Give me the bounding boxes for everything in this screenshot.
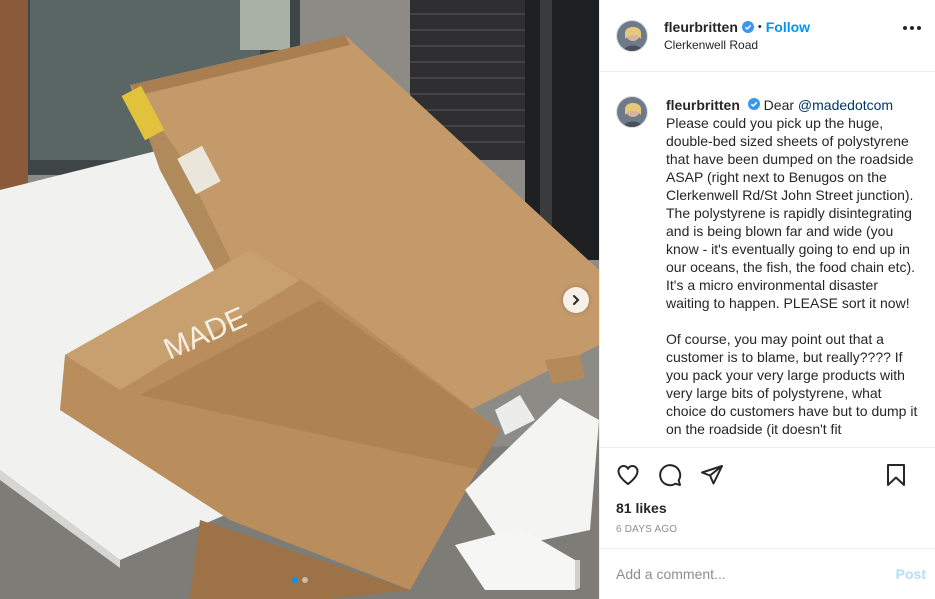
username-link[interactable]: fleurbritten: [664, 19, 738, 35]
carousel-dot: [301, 577, 308, 583]
bookmark-icon[interactable]: [884, 460, 914, 490]
separator-dot: •: [757, 21, 762, 33]
action-icon-row: [616, 460, 920, 490]
post-header: fleurbritten • Follow Clerkenwell Road: [600, 0, 935, 72]
avatar-image: [617, 20, 647, 51]
location-link[interactable]: Clerkenwell Road: [664, 38, 810, 52]
caption-username-link[interactable]: fleurbritten: [666, 97, 740, 113]
comments-section[interactable]: fleurbritten Dear @madedotcom Please cou…: [600, 72, 935, 447]
comment-bubble-icon[interactable]: [658, 460, 688, 490]
post-actions: 81 likes 6 DAYS AGO: [600, 447, 935, 535]
avatar-image: [617, 97, 647, 127]
caption-text: fleurbritten Dear @madedotcom Please cou…: [666, 96, 920, 438]
caption: fleurbritten Dear @madedotcom Please cou…: [616, 96, 920, 438]
likes-count[interactable]: 81 likes: [616, 500, 920, 516]
mention-link[interactable]: @madedotcom: [798, 97, 893, 113]
add-comment-bar: Post: [600, 548, 935, 599]
carousel-next-button[interactable]: [563, 287, 589, 313]
post-side-panel: fleurbritten • Follow Clerkenwell Road f…: [599, 0, 935, 599]
post-photo[interactable]: MADE: [0, 0, 599, 599]
carousel-indicator: [0, 577, 599, 583]
photo-image: MADE: [0, 0, 599, 599]
caption-avatar[interactable]: [616, 96, 648, 128]
avatar[interactable]: [616, 19, 648, 52]
verified-badge-icon: [741, 21, 754, 33]
heart-icon[interactable]: [616, 460, 646, 490]
comment-input[interactable]: [616, 566, 896, 582]
carousel-dot-active: [291, 577, 298, 583]
post-timestamp[interactable]: 6 DAYS AGO: [616, 524, 920, 535]
follow-button[interactable]: Follow: [766, 19, 810, 35]
caption-paragraph-1: Please could you pick up the huge, doubl…: [666, 115, 919, 311]
verified-badge-icon: [747, 98, 760, 110]
more-options-icon[interactable]: [903, 26, 921, 30]
paper-plane-icon[interactable]: [700, 460, 730, 490]
caption-greeting: Dear: [763, 97, 795, 113]
chevron-right-icon: [573, 295, 580, 305]
post-comment-button[interactable]: Post: [896, 566, 926, 582]
post-header-text: fleurbritten • Follow Clerkenwell Road: [664, 19, 810, 52]
caption-paragraph-2: Of course, you may point out that a cust…: [666, 331, 922, 437]
header-line: fleurbritten • Follow: [664, 19, 810, 35]
